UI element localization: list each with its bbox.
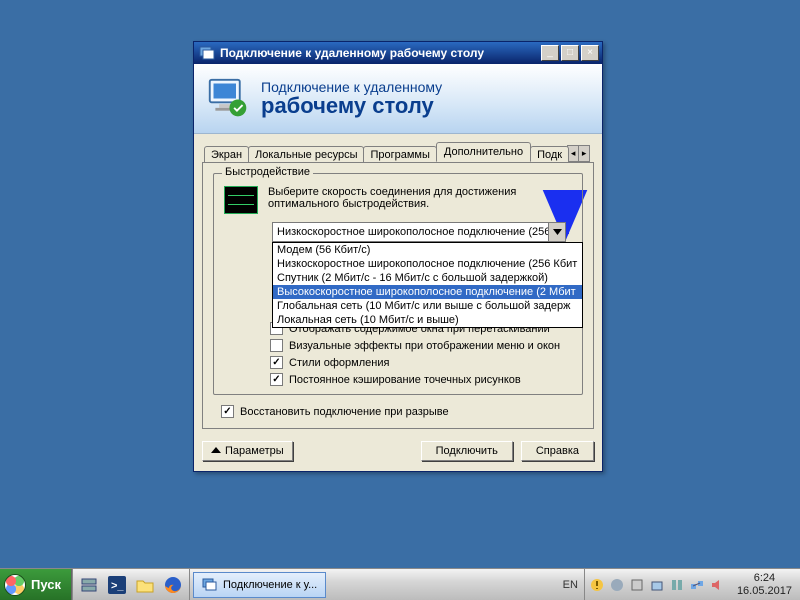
quick-launch: >_ [72,569,190,600]
tab-panel-advanced: Быстродействие Выберите скорость соедине… [202,162,594,429]
language-indicator[interactable]: EN [557,569,584,600]
tray-network-icon[interactable] [689,577,705,593]
tray-generic-icon[interactable] [629,577,645,593]
speed-option[interactable]: Высокоскоростное широкополосное подключе… [273,285,582,299]
help-button[interactable]: Справка [521,441,594,461]
tab-advanced[interactable]: Дополнительно [436,142,531,162]
ql-powershell-icon[interactable]: >_ [104,573,130,597]
label-styles: Стили оформления [289,357,389,369]
taskbar-item-rdp[interactable]: Подключение к у... [193,572,326,598]
checkbox-bitmap-cache[interactable] [270,373,283,386]
performance-icon [224,186,258,214]
tab-scroll-right[interactable]: ▸ [578,145,590,162]
tray-generic-icon[interactable] [649,577,665,593]
tab-programs[interactable]: Программы [363,146,436,163]
taskbar-clock[interactable]: 6:24 16.05.2017 [729,572,800,597]
speed-option[interactable]: Модем (56 Кбит/с) [273,243,582,257]
rdp-icon [199,45,215,61]
label-bitmap-cache: Постоянное кэширование точечных рисунков [289,374,521,386]
minimize-button[interactable]: _ [541,45,559,61]
speed-option[interactable]: Спутник (2 Мбит/с - 16 Мбит/с с большой … [273,271,582,285]
ql-firefox-icon[interactable] [160,573,186,597]
tray-options-icon[interactable] [669,577,685,593]
tab-local-resources[interactable]: Локальные ресурсы [248,146,364,163]
speed-option[interactable]: Глобальная сеть (10 Мбит/с или выше с бо… [273,299,582,313]
svg-text:>_: >_ [111,580,124,592]
maximize-button[interactable]: □ [561,45,579,61]
ql-server-icon[interactable] [76,573,102,597]
perf-hint: Выберите скорость соединения для достиже… [268,186,572,210]
label-visual-effects: Визуальные эффекты при отображении меню … [289,340,560,352]
group-performance: Быстродействие Выберите скорость соедине… [213,173,583,395]
close-button[interactable]: × [581,45,599,61]
tab-strip: Экран Локальные ресурсы Программы Дополн… [204,142,594,162]
tab-connect[interactable]: Подк [530,146,569,163]
speed-combobox[interactable]: Низкоскоростное широкополосное подключен… [272,222,566,242]
tab-screen[interactable]: Экран [204,146,249,163]
options-button[interactable]: Параметры [202,441,293,461]
windows-orb-icon [4,574,26,596]
tray-generic-icon[interactable] [609,577,625,593]
system-tray [584,569,729,600]
checkbox-visual-effects[interactable] [270,339,283,352]
speed-option[interactable]: Локальная сеть (10 Мбит/с и выше) [273,313,582,327]
banner-line2: рабочему столу [261,93,442,119]
group-perf-label: Быстродействие [222,166,313,178]
combo-selected-text: Низкоскоростное широкополосное подключен… [273,226,548,238]
banner: Подключение к удаленному рабочему столу [194,64,602,134]
speed-option[interactable]: Низкоскоростное широкополосное подключен… [273,257,582,271]
label-reconnect: Восстановить подключение при разрыве [240,406,449,418]
checkbox-styles[interactable] [270,356,283,369]
rdp-large-icon [206,76,251,121]
checkbox-reconnect[interactable] [221,405,234,418]
start-button[interactable]: Пуск [0,569,72,600]
rdp-dialog: Подключение к удаленному рабочему столу … [193,41,603,472]
ql-explorer-icon[interactable] [132,573,158,597]
tray-updates-icon[interactable] [589,577,605,593]
tray-sound-icon[interactable] [709,577,725,593]
rdp-icon [202,577,218,593]
taskbar: Пуск >_ Подключение к у... EN 6:24 16.05… [0,568,800,600]
window-title: Подключение к удаленному рабочему столу [220,46,541,60]
speed-dropdown: Модем (56 Кбит/с) Низкоскоростное широко… [272,242,583,328]
chevron-down-icon[interactable] [548,223,565,241]
chevron-up-icon [211,446,221,456]
titlebar[interactable]: Подключение к удаленному рабочему столу … [194,42,602,64]
connect-button[interactable]: Подключить [421,441,513,461]
